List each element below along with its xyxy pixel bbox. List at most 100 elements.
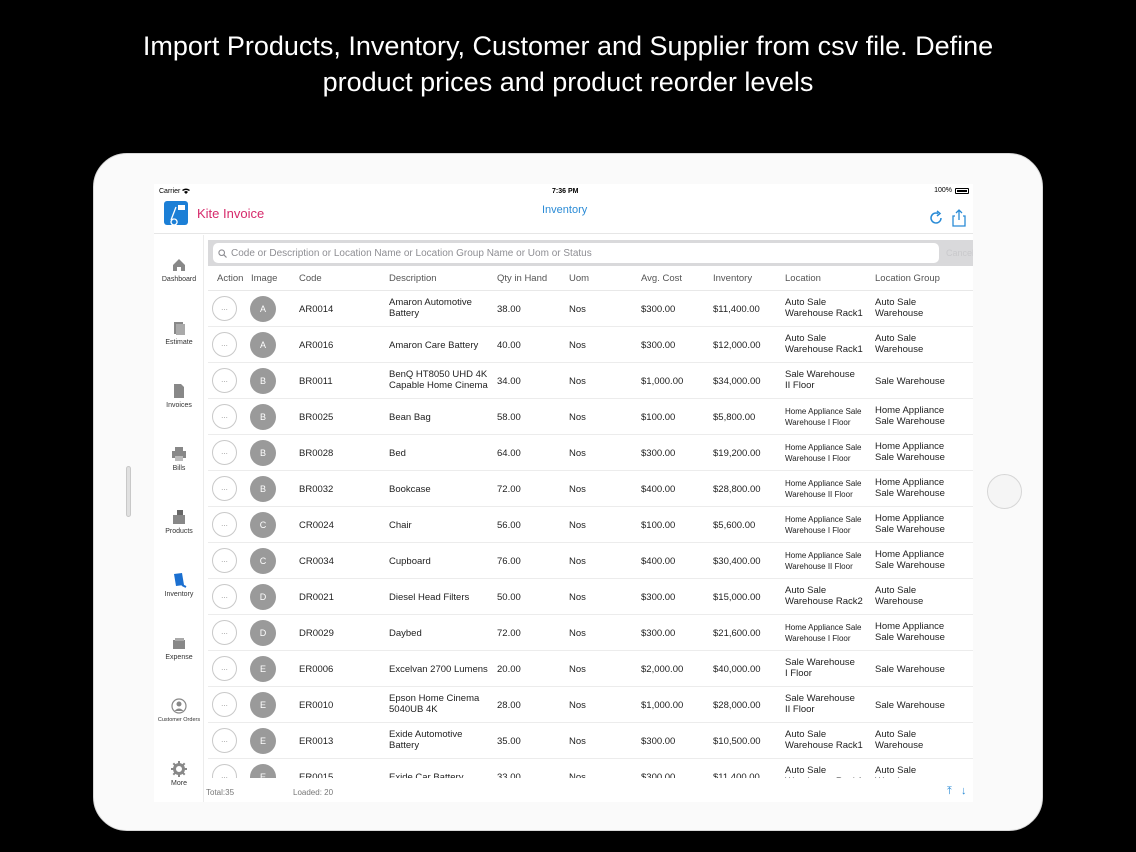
table-row[interactable]: ... A AR0014 Amaron Automotive Battery 38.00 N… xyxy=(208,291,973,327)
row-action-button[interactable]: ... xyxy=(212,404,237,429)
cell-uom: Nos xyxy=(569,700,586,711)
scroll-bottom-icon[interactable]: ↓ xyxy=(961,785,967,797)
cell-location-line: Warehouse II Floor xyxy=(785,489,853,499)
sidebar-item-bills[interactable]: Bills xyxy=(154,446,204,472)
column-header-code[interactable]: Code xyxy=(299,273,322,284)
row-action-button[interactable]: ... xyxy=(212,620,237,645)
cell-location-group: Sale Warehouse xyxy=(875,376,945,387)
cell-description: Diesel Head Filters xyxy=(389,592,469,603)
sidebar-item-dashboard[interactable]: Dashboard xyxy=(154,257,204,283)
cell-location-group-line: Sale Warehouse xyxy=(875,664,945,675)
cell-location-group-line: Sale Warehouse xyxy=(875,451,945,463)
cell-uom: Nos xyxy=(569,520,586,531)
column-header-qty[interactable]: Qty in Hand xyxy=(497,273,547,284)
table-row[interactable]: ... D DR0021 Diesel Head Filters 50.00 Nos $30… xyxy=(208,579,973,615)
product-avatar: B xyxy=(250,368,276,394)
cell-inventory: $28,000.00 xyxy=(713,700,761,711)
table-row[interactable]: ... B BR0028 Bed 64.00 Nos $300.00 $19,200.00 Ho… xyxy=(208,435,973,471)
row-action-button[interactable]: ... xyxy=(212,368,237,393)
column-header-location[interactable]: Location xyxy=(785,273,821,284)
sidebar-item-more[interactable]: More xyxy=(154,761,204,787)
cell-qty: 50.00 xyxy=(497,592,521,603)
column-header-uom[interactable]: Uom xyxy=(569,273,589,284)
cell-description: Excelvan 2700 Lumens xyxy=(389,664,488,675)
cell-description-line: Epson Home Cinema xyxy=(389,693,480,704)
product-avatar: D xyxy=(250,620,276,646)
row-action-button[interactable]: ... xyxy=(212,440,237,465)
column-header-location-group[interactable]: Location Group xyxy=(875,273,940,284)
row-action-button[interactable]: ... xyxy=(212,656,237,681)
cell-avg-cost: $2,000.00 xyxy=(641,664,684,675)
app-screen: Carrier 7:36 PM 100% Kite Invoice Invent… xyxy=(154,184,973,802)
cell-code: BR0025 xyxy=(299,412,334,423)
table-row[interactable]: ... E ER0015 Exide Car Battery 33.00 Nos $300.… xyxy=(208,759,973,778)
cell-location-group: Home Appliance Sale Warehouse xyxy=(875,441,945,463)
row-action-button[interactable]: ... xyxy=(212,584,237,609)
cell-location-group-line: Sale Warehouse xyxy=(875,487,945,499)
table-row[interactable]: ... E ER0013 Exide Automotive Battery 35.00 No… xyxy=(208,723,973,759)
table-row[interactable]: ... B BR0032 Bookcase 72.00 Nos $400.00 $28,800… xyxy=(208,471,973,507)
share-icon[interactable] xyxy=(951,209,967,227)
column-header-inventory[interactable]: Inventory xyxy=(713,273,752,284)
product-avatar: C xyxy=(250,512,276,538)
cell-code: AR0014 xyxy=(299,304,334,315)
row-action-button[interactable]: ... xyxy=(212,332,237,357)
sidebar-item-invoices[interactable]: Invoices xyxy=(154,383,204,409)
refresh-icon[interactable] xyxy=(928,210,944,226)
table-row[interactable]: ... C CR0024 Chair 56.00 Nos $100.00 $5,600.00 H… xyxy=(208,507,973,543)
row-action-button[interactable]: ... xyxy=(212,476,237,501)
scroll-top-icon[interactable]: ⤒ xyxy=(947,785,952,798)
cell-description-line: Capable Home Cinema xyxy=(389,379,488,391)
cell-inventory: $12,000.00 xyxy=(713,340,761,351)
cell-description-line: Bookcase xyxy=(389,484,431,495)
sidebar-item-customer-orders[interactable]: Customer Orders xyxy=(154,698,204,723)
cell-description: BenQ HT8050 UHD 4K Capable Home Cinema xyxy=(389,369,488,391)
column-header-avg-cost[interactable]: Avg. Cost xyxy=(641,273,682,284)
headline: Import Products, Inventory, Customer and… xyxy=(0,28,1136,100)
printer-icon xyxy=(172,447,186,461)
sidebar-item-expense[interactable]: Expense xyxy=(154,635,204,661)
cancel-button[interactable]: Cancel xyxy=(946,248,973,258)
cell-uom: Nos xyxy=(569,304,586,315)
column-header-description[interactable]: Description xyxy=(389,273,437,284)
row-action-button[interactable]: ... xyxy=(212,692,237,717)
table-row[interactable]: ... C CR0034 Cupboard 76.00 Nos $400.00 $30,400… xyxy=(208,543,973,579)
cell-location: Home Appliance Sale Warehouse II Floor xyxy=(785,551,862,572)
product-avatar: A xyxy=(250,332,276,358)
table-row[interactable]: ... A AR0016 Amaron Care Battery 40.00 Nos $30… xyxy=(208,327,973,363)
row-action-button[interactable]: ... xyxy=(212,728,237,753)
table-row[interactable]: ... B BR0025 Bean Bag 58.00 Nos $100.00 $5,800.… xyxy=(208,399,973,435)
cell-location-group-line: Sale Warehouse xyxy=(875,523,945,535)
sidebar-item-estimate[interactable]: Estimate xyxy=(154,320,204,346)
sidebar-item-inventory[interactable]: Inventory xyxy=(154,572,204,598)
table-row[interactable]: ... E ER0010 Epson Home Cinema 5040UB 4K 28.0… xyxy=(208,687,973,723)
cell-location-group-line: Home Appliance xyxy=(875,477,945,488)
cell-qty: 56.00 xyxy=(497,520,521,531)
row-action-button[interactable]: ... xyxy=(212,512,237,537)
search-input[interactable] xyxy=(213,243,939,263)
gear-icon xyxy=(171,761,187,777)
cell-location-group-line: Home Appliance xyxy=(875,621,945,632)
table-row[interactable]: ... E ER0006 Excelvan 2700 Lumens 20.00 Nos $2… xyxy=(208,651,973,687)
cell-location: Sale Warehouse II Floor xyxy=(785,693,855,715)
table-row[interactable]: ... D DR0029 Daybed 72.00 Nos $300.00 $21,600.0… xyxy=(208,615,973,651)
row-action-button[interactable]: ... xyxy=(212,764,237,778)
loaded-count: Loaded: 20 xyxy=(293,788,334,797)
cell-location: Home Appliance Sale Warehouse I Floor xyxy=(785,407,862,428)
cell-location-group: Auto SaleWarehouse xyxy=(875,297,923,319)
cell-location: Home Appliance Sale Warehouse I Floor xyxy=(785,623,862,644)
page-title: Inventory xyxy=(542,204,588,216)
cell-location-group: Auto SaleWarehouse xyxy=(875,333,923,355)
cell-code: ER0010 xyxy=(299,700,334,711)
sidebar-item-products[interactable]: Products xyxy=(154,509,204,535)
cell-code: ER0015 xyxy=(299,772,334,778)
cell-location-line: Warehouse II Floor xyxy=(785,561,853,571)
cell-description-line: Battery xyxy=(389,307,420,319)
table-row[interactable]: ... B BR0011 BenQ HT8050 UHD 4K Capable Home… xyxy=(208,363,973,399)
cell-qty: 76.00 xyxy=(497,556,521,567)
row-action-button[interactable]: ... xyxy=(212,548,237,573)
battery-indicator: 100% xyxy=(934,187,969,194)
row-action-button[interactable]: ... xyxy=(212,296,237,321)
total-count: Total:35 xyxy=(206,788,235,797)
cell-location-group-line: Sale Warehouse xyxy=(875,700,945,711)
